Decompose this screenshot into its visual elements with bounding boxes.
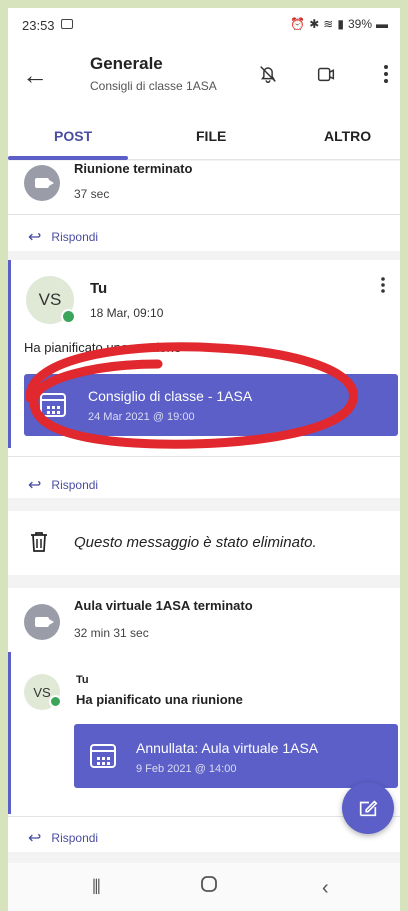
channel-title: Generale (90, 54, 163, 73)
trash-icon (30, 531, 48, 553)
tab-file[interactable]: FILE (196, 128, 226, 144)
post-aula-virtuale: Aula virtuale 1ASA terminato 32 min 31 s… (8, 588, 400, 852)
reply-label: Rispondi (51, 478, 99, 492)
meeting-duration: 37 sec (74, 187, 110, 201)
wifi-icon: ≋ (323, 17, 334, 31)
divider (8, 214, 400, 215)
video-camera-icon (24, 165, 60, 201)
tab-bar: POST FILE ALTRO (8, 110, 400, 160)
meeting-duration: 32 min 31 sec (74, 626, 149, 640)
alarm-icon: ⏰ (290, 17, 306, 31)
post-meeting-ended: Riunione terminato 37 sec ↩ Rispondi (8, 161, 400, 251)
recent-apps-icon[interactable]: ⦀ (92, 877, 101, 900)
battery-icon: ▬ (376, 17, 388, 31)
reply-button[interactable]: ↩ Rispondi (28, 475, 98, 495)
post-message: Ha pianificato una riunione (76, 692, 243, 707)
calendar-icon (90, 744, 116, 768)
team-subtitle: Consigli di classe 1ASA (90, 79, 217, 93)
reply-arrow-icon: ↩ (28, 229, 42, 246)
back-nav-icon[interactable]: ‹ (322, 877, 329, 900)
reply-button[interactable]: ↩ Rispondi (28, 227, 98, 247)
deleted-message-text: Questo messaggio è stato eliminato. (74, 534, 317, 551)
reply-arrow-icon: ↩ (28, 477, 42, 494)
compose-icon (359, 800, 378, 817)
battery-level: 39% (347, 17, 372, 31)
status-bar: 23:53 ⏰ ✱ ≋ ▮ 39% ▬ (8, 8, 400, 40)
status-time: 23:53 (22, 18, 55, 33)
more-options-icon[interactable] (372, 60, 400, 88)
signal-icon: ▮ (337, 17, 344, 31)
bluetooth-icon: ✱ (309, 17, 320, 31)
avatar[interactable]: VS (24, 674, 62, 710)
deleted-message: Questo messaggio è stato eliminato. (8, 511, 400, 575)
reply-label: Rispondi (51, 230, 99, 244)
reply-arrow-icon: ↩ (28, 830, 42, 847)
notifications-off-icon[interactable] (254, 60, 282, 88)
tab-post[interactable]: POST (54, 128, 92, 144)
meeting-event-card[interactable]: Annullata: Aula virtuale 1ASA 9 Feb 2021… (74, 724, 398, 788)
presence-available-icon (61, 309, 76, 324)
event-time: 9 Feb 2021 @ 14:00 (136, 763, 237, 775)
presence-available-icon (49, 695, 62, 708)
thread-bar (8, 652, 11, 814)
video-camera-icon (24, 604, 60, 640)
reply-button[interactable]: ↩ Rispondi (28, 828, 98, 848)
phone-screen: 23:53 ⏰ ✱ ≋ ▮ 39% ▬ ← Generale Consigli … (8, 8, 400, 911)
gallery-icon (61, 19, 73, 29)
tab-altro[interactable]: ALTRO (324, 128, 371, 144)
post-timestamp: 18 Mar, 09:10 (90, 306, 164, 320)
author-name: Tu (76, 674, 89, 686)
event-title: Annullata: Aula virtuale 1ASA (136, 740, 319, 756)
meeting-title: Aula virtuale 1ASA terminato (74, 598, 253, 613)
avatar-initials: VS (33, 684, 51, 700)
new-post-button[interactable] (342, 782, 394, 834)
avatar[interactable]: VS (26, 276, 76, 324)
post-more-icon[interactable] (380, 276, 386, 296)
author-name: Tu (90, 280, 108, 297)
active-tab-indicator (8, 156, 128, 160)
meet-now-icon[interactable] (312, 60, 340, 88)
divider (8, 816, 400, 817)
avatar-initials: VS (38, 290, 62, 309)
reply-label: Rispondi (51, 831, 99, 845)
system-nav-bar: ⦀ ‹ (8, 863, 400, 911)
home-icon[interactable] (200, 875, 218, 899)
back-arrow-icon[interactable]: ← (22, 62, 48, 88)
app-bar: ← Generale Consigli di classe 1ASA (8, 40, 400, 110)
status-icons: ⏰ ✱ ≋ ▮ 39% ▬ (290, 17, 388, 31)
meeting-title: Riunione terminato (74, 161, 193, 176)
red-ellipse-annotation (25, 342, 358, 449)
